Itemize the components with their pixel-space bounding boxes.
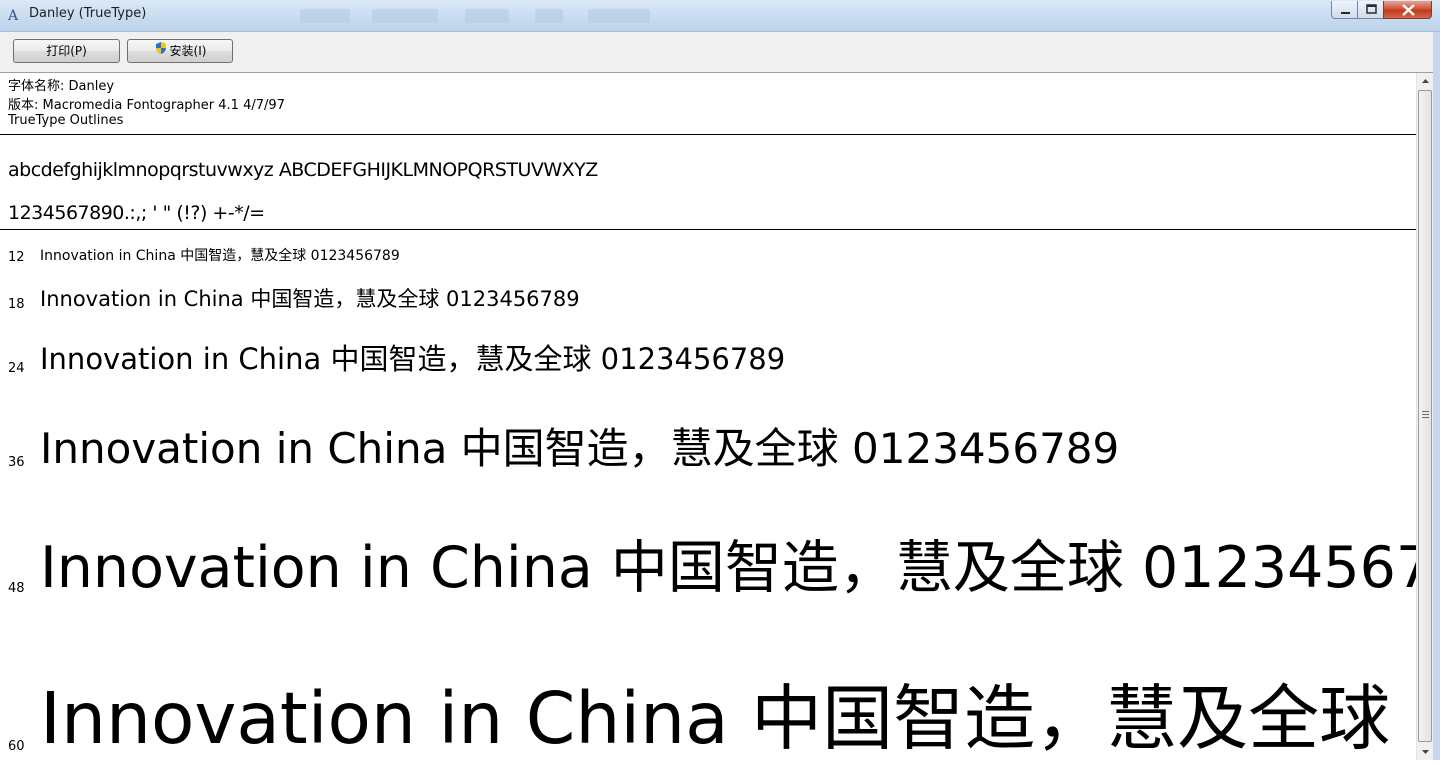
toolbar: 打印(P) 安装(I) [0,32,1440,73]
window-frame [1433,32,1440,760]
maximize-button[interactable] [1357,1,1384,19]
blurred-menu-item [300,9,350,23]
svg-text:A: A [7,8,19,23]
sample-size-label: 24 [8,361,25,376]
blurred-menu-item [588,9,650,23]
blurred-menu-item [465,9,509,23]
charset-symbols: 1234567890.:,; ' " (!?) +-*/= [8,202,265,224]
sample-text-48: Innovation in China 中国智造，慧及全球 0123456789 [40,535,1416,601]
separator [0,229,1416,230]
font-preview-area: 字体名称: Danley 版本: Macromedia Fontographer… [0,73,1416,760]
uac-shield-icon [154,40,168,62]
sample-text-36: Innovation in China 中国智造，慧及全球 0123456789 [40,424,1120,473]
sample-size-label: 18 [8,297,25,312]
scroll-down-arrow-icon[interactable] [1417,743,1434,760]
scroll-up-arrow-icon[interactable] [1417,73,1434,90]
sample-text-60: Innovation in China 中国智造，慧及全球 0123456789 [40,677,1416,760]
close-button[interactable] [1383,1,1432,19]
print-button[interactable]: 打印(P) [13,39,120,63]
minimize-button[interactable] [1331,1,1358,19]
font-name-line: 字体名称: Danley [8,79,115,94]
blurred-menu-item [535,9,563,23]
sample-size-label: 60 [8,739,25,754]
grip-icon [1422,411,1429,418]
font-version-line: 版本: Macromedia Fontographer 4.1 4/7/97 [8,98,285,113]
font-type-line: TrueType Outlines [8,113,124,128]
sample-text-18: Innovation in China 中国智造，慧及全球 0123456789 [40,287,580,311]
sample-text-24: Innovation in China 中国智造，慧及全球 0123456789 [40,342,786,376]
vertical-scrollbar[interactable] [1416,73,1434,760]
charset-letters: abcdefghijklmnopqrstuvwxyz ABCDEFGHIJKLM… [8,159,598,181]
install-button[interactable]: 安装(I) [127,39,233,63]
scrollbar-thumb[interactable] [1418,90,1432,742]
sample-size-label: 48 [8,581,25,596]
install-button-label: 安装(I) [169,44,207,58]
separator [0,134,1416,135]
sample-text-12: Innovation in China 中国智造，慧及全球 0123456789 [40,248,400,264]
blurred-menu-item [372,9,438,23]
sample-size-label: 12 [8,250,25,265]
window-title: Danley (TrueType) [29,6,147,21]
title-bar: A Danley (TrueType) [0,0,1440,32]
font-app-icon: A [7,7,23,24]
sample-size-label: 36 [8,455,25,470]
